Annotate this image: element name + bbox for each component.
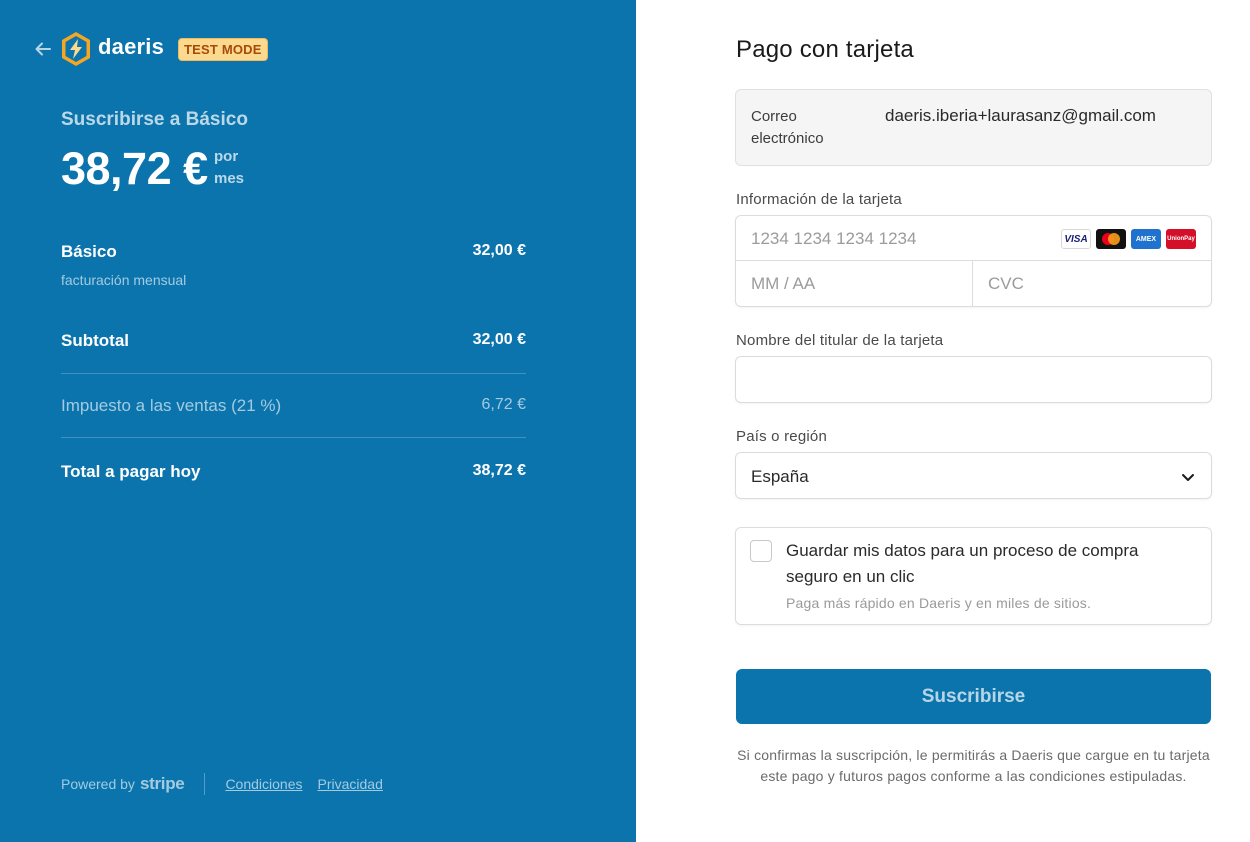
subtotal-value: 32,00 € [472, 331, 526, 348]
total-value: 38,72 € [472, 462, 526, 479]
card-info-label: Información de la tarjeta [736, 191, 902, 208]
back-arrow-icon[interactable] [34, 40, 52, 58]
visa-icon: VISA [1061, 229, 1091, 249]
country-label: País o región [736, 428, 827, 445]
card-brands: VISA AMEX UnionPay [1061, 229, 1196, 249]
privacy-link[interactable]: Privacidad [318, 776, 383, 792]
period-line-2: mes [214, 170, 245, 187]
line-item-tax: Impuesto a las ventas (21 %) 6,72 € [61, 396, 526, 416]
tax-label: Impuesto a las ventas (21 %) [61, 396, 282, 415]
email-field: Correo electrónico daeris.iberia+laurasa… [735, 89, 1212, 166]
price-period: por mes [214, 146, 244, 190]
line-item-value: 32,00 € [472, 242, 526, 259]
test-mode-badge: TEST MODE [178, 38, 268, 61]
footer-separator [204, 773, 206, 795]
mastercard-icon [1096, 229, 1126, 249]
payment-title: Pago con tarjeta [736, 36, 914, 63]
line-item-subtotal: Subtotal 32,00 € [61, 331, 526, 351]
terms-link[interactable]: Condiciones [225, 776, 302, 792]
email-value: daeris.iberia+laurasanz@gmail.com [885, 106, 1156, 125]
price-amount: 38,72 € [61, 143, 208, 194]
billing-note: facturación mensual [61, 272, 187, 288]
chevron-down-icon [1182, 474, 1194, 481]
save-info-checkbox[interactable] [750, 540, 772, 562]
divider [61, 373, 526, 374]
line-item-plan: Básico 32,00 € [61, 242, 526, 262]
cvc-input[interactable]: CVC [973, 261, 1211, 306]
line-item-total: Total a pagar hoy 38,72 € [61, 462, 526, 482]
tax-value: 6,72 € [481, 396, 526, 413]
subscribe-button[interactable]: Suscribirse [736, 669, 1211, 724]
order-summary-panel: daeris TEST MODE Suscribirse a Básico 38… [0, 0, 636, 842]
period-line-1: por [214, 148, 239, 165]
powered-by-text: Powered by [61, 776, 135, 792]
brand-name[interactable]: daeris [98, 34, 164, 60]
cardholder-name-input[interactable] [735, 356, 1212, 403]
stripe-logo[interactable]: stripe [140, 774, 185, 794]
amex-icon: AMEX [1131, 229, 1161, 249]
cardholder-name-label: Nombre del titular de la tarjeta [736, 332, 944, 349]
country-value: España [751, 467, 809, 486]
expiry-input[interactable]: MM / AA [736, 261, 973, 306]
legal-text: Si confirmas la suscripción, le permitir… [737, 747, 1210, 784]
payment-panel: Pago con tarjeta Correo electrónico daer… [636, 0, 1250, 842]
subscribe-title: Suscribirse a Básico [61, 109, 248, 130]
save-info-box: Guardar mis datos para un proceso de com… [735, 527, 1212, 625]
daeris-logo-icon [62, 32, 90, 66]
save-info-subtext: Paga más rápido en Daeris y en miles de … [786, 595, 1092, 611]
subtotal-label: Subtotal [61, 331, 129, 350]
card-info-group: 1234 1234 1234 1234 VISA AMEX UnionPay M… [735, 215, 1212, 307]
country-select[interactable]: España [735, 452, 1212, 499]
footer: Powered by stripe Condiciones Privacidad [61, 773, 398, 795]
divider [61, 437, 526, 438]
save-info-label: Guardar mis datos para un proceso de com… [786, 541, 1139, 586]
email-label: Correo electrónico [751, 108, 824, 147]
total-label: Total a pagar hoy [61, 462, 201, 481]
line-item-label: Básico [61, 242, 117, 261]
unionpay-icon: UnionPay [1166, 229, 1196, 249]
